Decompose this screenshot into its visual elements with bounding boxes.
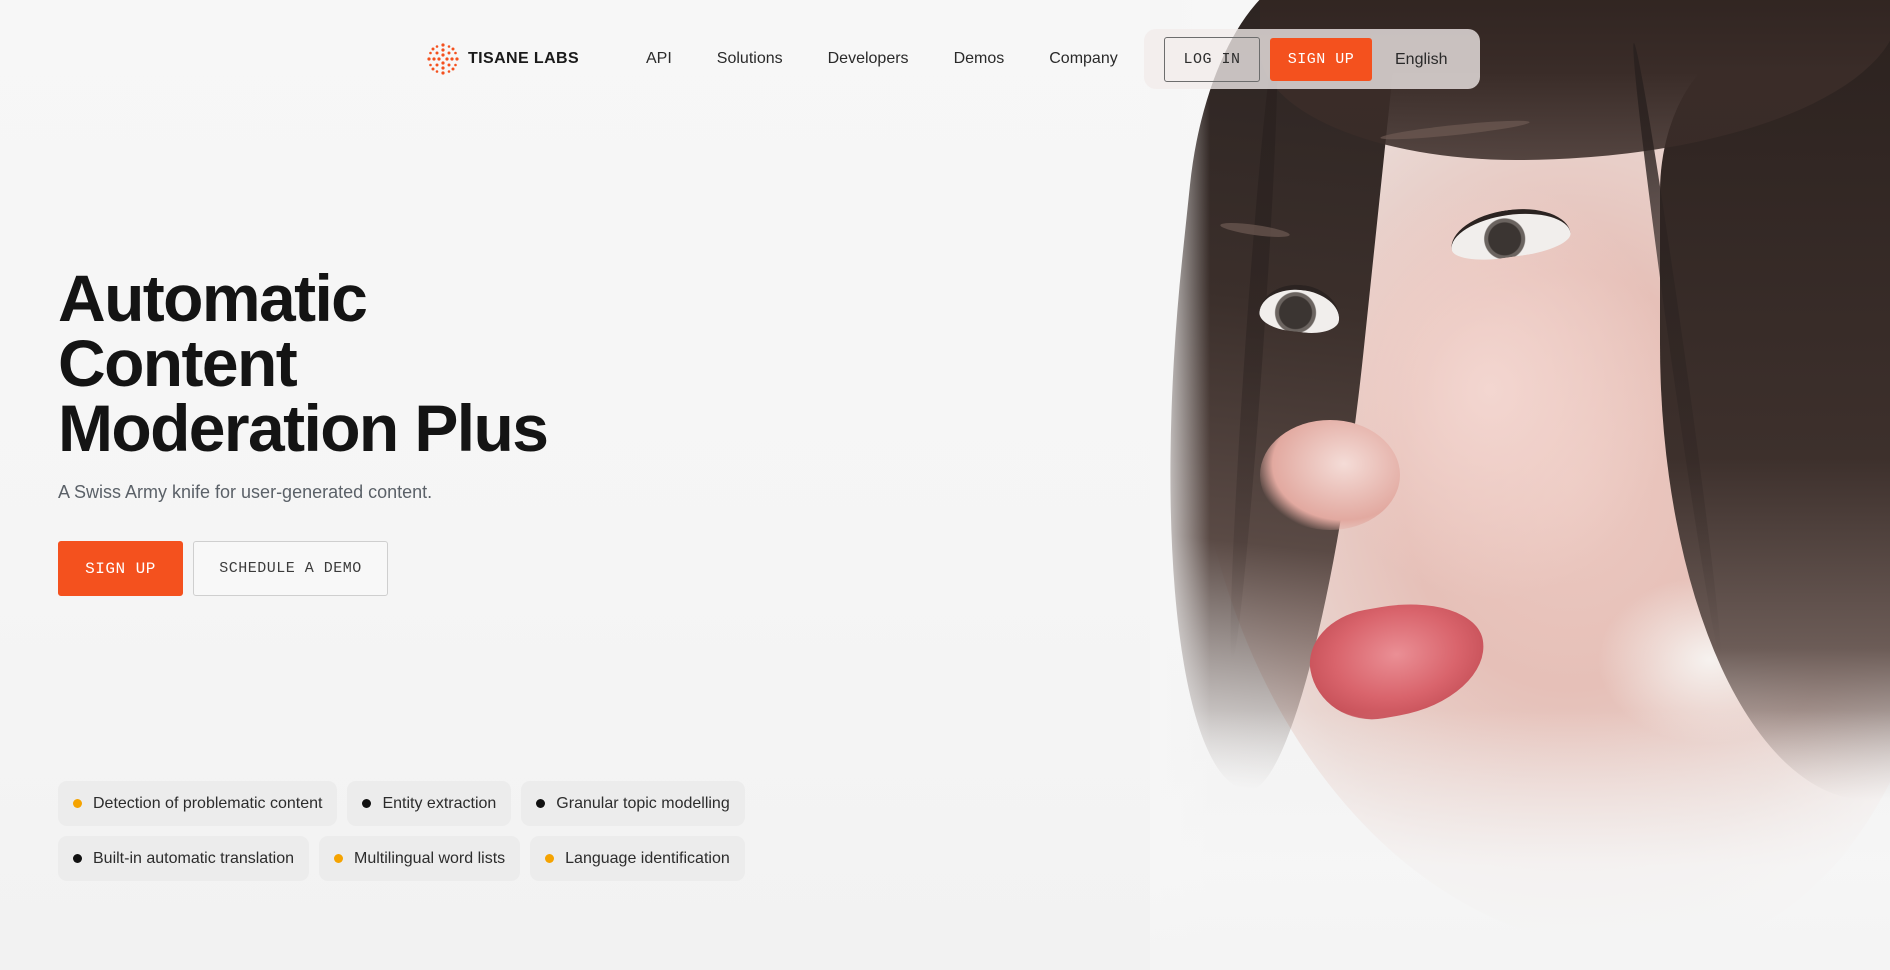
feature-label: Detection of problematic content (93, 794, 323, 812)
feature-label: Built-in automatic translation (93, 849, 294, 867)
nav-link-developers[interactable]: Developers (828, 50, 909, 68)
hero-title-line: Automatic (58, 261, 368, 335)
feature-row: Built-in automatic translation Multiling… (58, 836, 818, 881)
feature-chip: Built-in automatic translation (58, 836, 309, 881)
feature-label: Entity extraction (382, 794, 497, 812)
hero-portrait-image (1150, 0, 1890, 970)
portrait-fade-bottom (1150, 710, 1890, 970)
hero-title: Automatic Content Moderation Plus (58, 261, 758, 465)
feature-label: Granular topic modelling (556, 794, 730, 812)
hero-subtitle: A Swiss Army knife for user-generated co… (58, 482, 433, 502)
tisane-logo-icon (427, 43, 459, 75)
nav-signup-button[interactable]: SIGN UP (1270, 38, 1372, 81)
feature-chip: Granular topic modelling (521, 781, 745, 826)
brand-logo[interactable]: TISANE LABS (426, 42, 646, 76)
nav-link-solutions[interactable]: Solutions (717, 50, 783, 68)
hero-signup-button[interactable]: SIGN UP (58, 541, 183, 596)
bullet-dot-icon (362, 799, 372, 808)
bullet-dot-icon (536, 799, 546, 808)
top-navigation: TISANE LABS API Solutions Developers Dem… (426, 30, 1480, 88)
nav-link-api[interactable]: API (646, 50, 672, 68)
nav-link-company[interactable]: Company (1049, 50, 1117, 68)
feature-label: Language identification (565, 849, 730, 867)
login-button[interactable]: LOG IN (1164, 37, 1260, 82)
portrait-nose (1260, 420, 1400, 530)
feature-chip: Detection of problematic content (58, 781, 338, 826)
hero-actions: SIGN UP SCHEDULE A DEMO (58, 541, 388, 596)
hero-title-line: Content (58, 326, 298, 400)
feature-list: Detection of problematic content Entity … (58, 781, 818, 891)
feature-chip: Entity extraction (347, 781, 512, 826)
hero-title-line: Moderation Plus (58, 391, 549, 465)
schedule-demo-button[interactable]: SCHEDULE A DEMO (193, 541, 388, 596)
bullet-dot-icon (73, 799, 82, 808)
feature-chip: Multilingual word lists (318, 836, 521, 881)
brand-name: TISANE LABS (468, 50, 580, 67)
nav-link-demos[interactable]: Demos (954, 50, 1005, 68)
feature-row: Detection of problematic content Entity … (58, 781, 818, 826)
nav-actions: LOG IN SIGN UP English (1164, 37, 1447, 82)
feature-label: Multilingual word lists (353, 849, 506, 867)
bullet-dot-icon (73, 854, 82, 863)
bullet-dot-icon (333, 854, 343, 863)
language-selector[interactable]: English (1395, 51, 1447, 69)
feature-chip: Language identification (530, 836, 745, 881)
nav-links: API Solutions Developers Demos Company (646, 50, 1118, 68)
bullet-dot-icon (545, 854, 555, 863)
